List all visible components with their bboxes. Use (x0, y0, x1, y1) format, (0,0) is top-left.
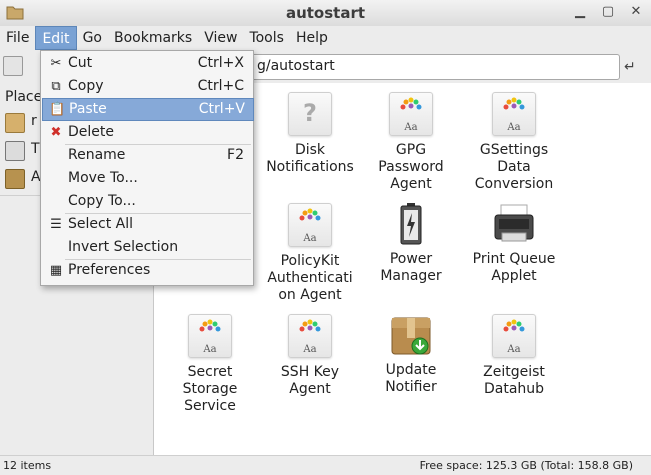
menu-item-label: Move To... (68, 170, 138, 186)
file-item-zeitgeist-datahub[interactable]: Aa Zeitgeist Datahub (464, 314, 564, 398)
menu-help[interactable]: Help (290, 26, 334, 50)
status-bar: 12 items Free space: 125.3 GB (Total: 15… (0, 455, 651, 475)
edit-menu: ✂ Cut Ctrl+X ⧉ Copy Ctrl+C 📋 Paste Ctrl+… (40, 50, 254, 286)
menu-item-move-to[interactable]: Move To... (42, 168, 252, 190)
font-file-icon: Aa (288, 314, 332, 358)
printer-icon (494, 204, 534, 242)
menu-item-label: Delete (68, 124, 114, 140)
paste-icon: 📋 (49, 102, 66, 117)
menu-item-label: Invert Selection (68, 239, 179, 255)
sidebar-item-label: r (31, 113, 37, 129)
file-item-secret-storage-service[interactable]: Aa Secret Storage Service (160, 314, 260, 415)
free-space: Free space: 125.3 GB (Total: 158.8 GB) (419, 459, 633, 472)
places-header: Place (5, 89, 43, 105)
file-label: Print Queue Applet (472, 251, 556, 284)
menu-item-accel: Ctrl+V (198, 101, 245, 117)
menu-go[interactable]: Go (77, 26, 108, 50)
menu-item-preferences[interactable]: ▦ Preferences (42, 260, 252, 282)
copy-icon: ⧉ (51, 79, 61, 94)
file-label: PolicyKit Authenticati on Agent (267, 253, 353, 303)
menu-item-paste[interactable]: 📋 Paste Ctrl+V (42, 98, 254, 121)
file-item-gpg-password-agent[interactable]: Aa GPG Password Agent (361, 92, 461, 193)
delete-icon: ✖ (50, 125, 62, 140)
menu-item-delete[interactable]: ✖ Delete (42, 122, 252, 144)
file-item-ssh-key-agent[interactable]: Aa SSH Key Agent (260, 314, 360, 398)
menu-item-invert-selection[interactable]: Invert Selection (42, 237, 252, 259)
menu-item-label: Cut (68, 55, 93, 71)
path-value: g/autostart (257, 58, 335, 74)
file-item-print-queue-applet[interactable]: Print Queue Applet (464, 203, 564, 285)
preferences-icon: ▦ (49, 263, 63, 278)
menu-item-label: Paste (69, 101, 107, 117)
menu-item-accel: Ctrl+C (197, 78, 244, 94)
font-file-icon: Aa (389, 92, 433, 136)
file-item-update-notifier[interactable]: Update Notifier (361, 314, 461, 396)
file-item-power-manager[interactable]: Power Manager (361, 203, 461, 285)
font-file-icon: Aa (492, 92, 536, 136)
menu-bookmarks[interactable]: Bookmarks (108, 26, 198, 50)
menu-item-copy-to[interactable]: Copy To... (42, 191, 252, 213)
menu-file[interactable]: File (0, 26, 35, 50)
menu-item-accel: Ctrl+X (197, 55, 244, 71)
path-input[interactable]: g/autostart (238, 54, 620, 80)
file-item-policykit-authentication-agent[interactable]: Aa PolicyKit Authenticati on Agent (260, 203, 360, 304)
item-count: 12 items (3, 459, 52, 472)
home-icon (5, 113, 25, 133)
menu-item-label: Rename (68, 147, 126, 163)
file-label: Update Notifier (385, 362, 437, 395)
close-icon[interactable]: ✕ (629, 4, 643, 19)
sidebar-toggle-icon[interactable] (3, 56, 23, 76)
font-file-icon: Aa (188, 314, 232, 358)
menu-item-cut[interactable]: ✂ Cut Ctrl+X (42, 53, 252, 75)
applications-icon (5, 169, 25, 189)
menu-item-label: Select All (68, 216, 133, 232)
font-file-icon: Aa (288, 203, 332, 247)
sidebar-item-label: T (31, 141, 40, 157)
file-label: GSettings Data Conversion (474, 142, 554, 192)
go-enter-icon[interactable]: ↵ (624, 59, 642, 75)
window-title: autostart (285, 4, 366, 22)
menu-item-label: Copy (68, 78, 104, 94)
file-label: Secret Storage Service (182, 364, 238, 414)
battery-icon (400, 203, 422, 245)
file-label: Power Manager (380, 251, 442, 284)
scissors-icon: ✂ (50, 56, 62, 71)
menu-item-label: Copy To... (68, 193, 136, 209)
font-file-icon: Aa (492, 314, 536, 358)
menu-item-rename[interactable]: Rename F2 (42, 145, 252, 167)
file-label: Disk Notifications (266, 142, 354, 175)
menu-item-select-all[interactable]: ☰ Select All (42, 214, 252, 236)
file-label: Zeitgeist Datahub (483, 364, 545, 397)
file-label: GPG Password Agent (378, 142, 444, 192)
unknown-file-icon: ? (288, 92, 332, 136)
menu-tools[interactable]: Tools (243, 26, 290, 50)
select-all-icon: ☰ (50, 217, 62, 232)
menu-item-accel: F2 (227, 147, 244, 163)
menu-bar: File Edit Go Bookmarks View Tools Help (0, 26, 651, 50)
package-download-icon (391, 317, 431, 355)
menu-view[interactable]: View (198, 26, 243, 50)
trash-icon (5, 141, 25, 161)
file-item-disk-notifications[interactable]: ? Disk Notifications (260, 92, 360, 176)
menu-item-copy[interactable]: ⧉ Copy Ctrl+C (42, 76, 252, 98)
menu-edit[interactable]: Edit (35, 26, 77, 50)
file-label: SSH Key Agent (280, 364, 340, 397)
file-manager-window: autostart ▁ ▢ ✕ File Edit Go Bookmarks V… (0, 0, 651, 475)
title-bar[interactable]: autostart ▁ ▢ ✕ (0, 0, 651, 27)
maximize-icon[interactable]: ▢ (601, 4, 615, 19)
minimize-icon[interactable]: ▁ (573, 4, 587, 19)
file-item-gsettings-data-conversion[interactable]: Aa GSettings Data Conversion (464, 92, 564, 193)
menu-item-label: Preferences (68, 262, 151, 278)
